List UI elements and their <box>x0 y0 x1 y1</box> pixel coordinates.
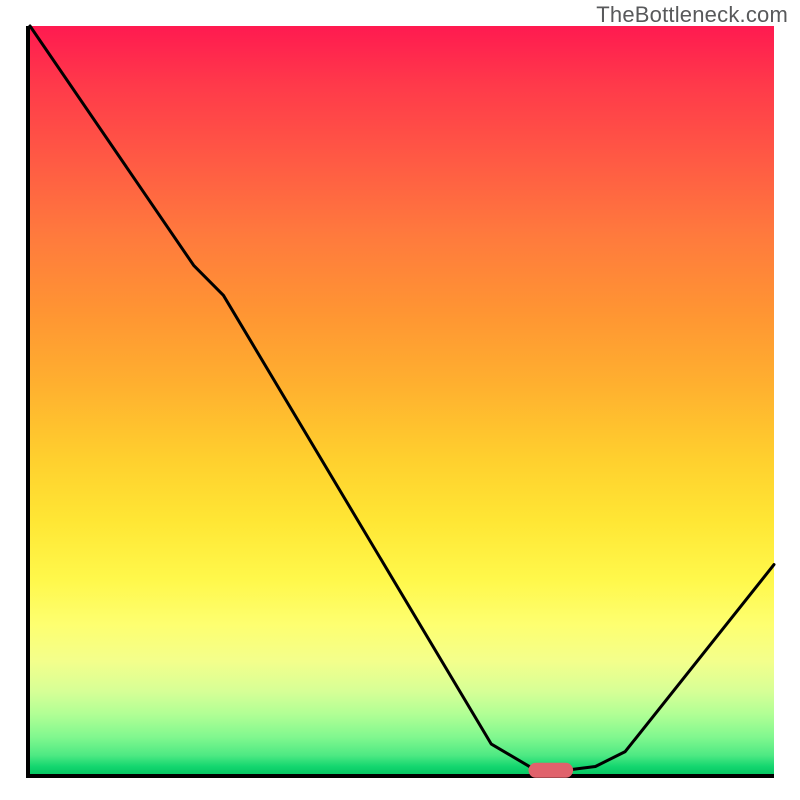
attribution-text: TheBottleneck.com <box>596 2 788 28</box>
chart-overlay <box>30 26 774 774</box>
optimal-marker <box>529 763 574 778</box>
bottleneck-curve <box>30 26 774 770</box>
chart-canvas: TheBottleneck.com <box>0 0 800 800</box>
plot-area <box>26 26 774 778</box>
